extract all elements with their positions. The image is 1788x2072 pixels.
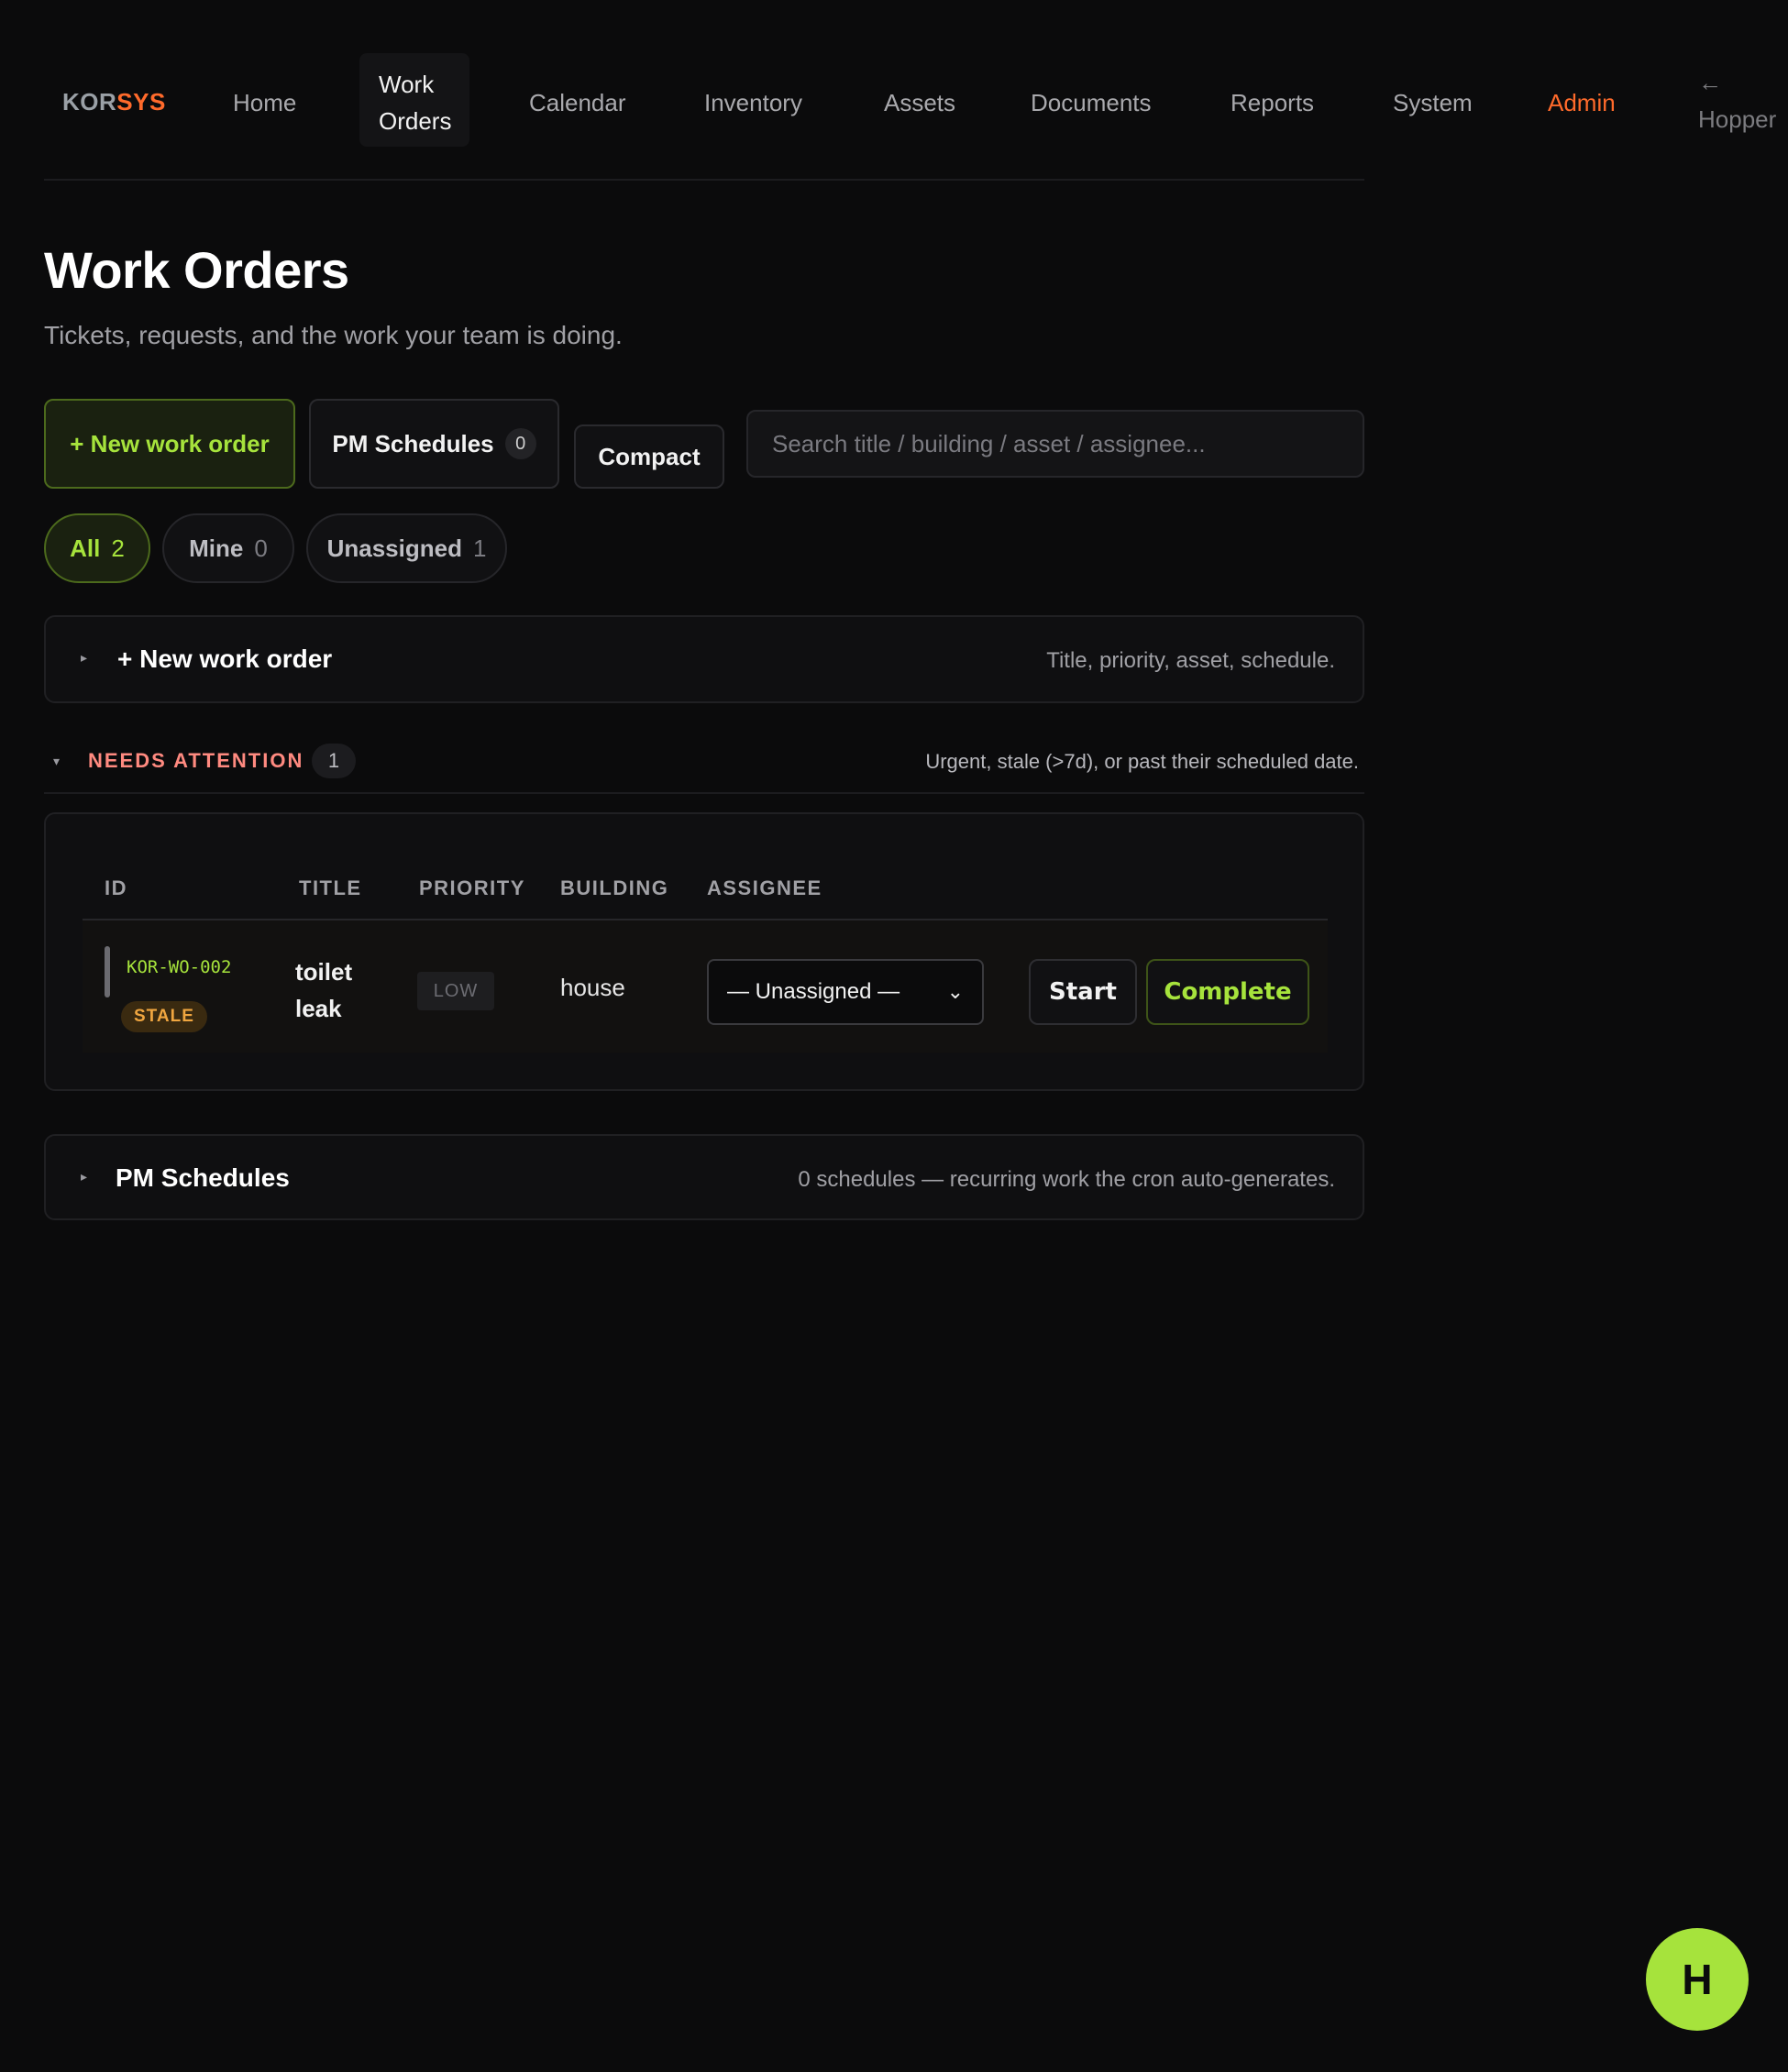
new-work-order-panel-title[interactable]: + New work order [117, 645, 332, 674]
nav-documents[interactable]: Documents [1031, 84, 1152, 121]
needs-attention-title: NEEDS ATTENTION [88, 749, 304, 772]
work-order-title[interactable]: toilet leak [295, 953, 378, 1027]
new-work-order-button[interactable]: + New work order [44, 399, 295, 489]
work-order-id[interactable]: KOR-WO-002 [127, 957, 231, 977]
pm-schedules-panel-hint: 0 schedules — recurring work the cron au… [798, 1167, 1335, 1192]
search-input[interactable] [746, 410, 1364, 478]
filter-unassigned[interactable]: Unassigned 1 [306, 513, 507, 583]
nav-divider [44, 179, 1364, 181]
filter-mine[interactable]: Mine 0 [162, 513, 294, 583]
logo[interactable]: KORSYS [62, 88, 166, 116]
assignee-select[interactable]: — Unassigned — ⌄ [707, 959, 984, 1025]
new-work-order-panel[interactable]: ▸ + New work order Title, priority, asse… [44, 615, 1364, 703]
page-subtitle: Tickets, requests, and the work your tea… [44, 321, 623, 349]
needs-attention-hint: Urgent, stale (>7d), or past their sched… [925, 750, 1359, 773]
filter-label: Unassigned [326, 534, 462, 562]
chevron-down-icon: ⌄ [946, 980, 964, 1003]
complete-button[interactable]: Complete [1146, 959, 1309, 1025]
nav-assets[interactable]: Assets [884, 84, 955, 121]
column-header-assignee[interactable]: ASSIGNEE [707, 876, 822, 900]
priority-badge: LOW [417, 972, 494, 1010]
pm-schedules-count: 0 [504, 428, 536, 459]
filter-all[interactable]: All 2 [44, 513, 150, 583]
needs-attention-table: ID TITLE PRIORITY BUILDING ASSIGNEE KOR-… [44, 812, 1364, 1091]
needs-attention-count: 1 [312, 744, 356, 778]
collapse-caret-icon[interactable]: ▾ [53, 754, 60, 769]
filter-count: 0 [254, 534, 268, 562]
nav-reports[interactable]: Reports [1231, 84, 1314, 121]
nav-back-hopper[interactable]: ← Hopper [1698, 64, 1781, 138]
pm-schedules-panel-title[interactable]: PM Schedules [116, 1163, 290, 1193]
needs-attention-header[interactable]: ▾ NEEDS ATTENTION 1 Urgent, stale (>7d),… [44, 735, 1364, 794]
top-nav: KORSYS Home Work Orders Calendar Invento… [44, 50, 1788, 150]
column-header-building[interactable]: BUILDING [560, 876, 668, 900]
expand-caret-icon[interactable]: ▸ [81, 650, 87, 666]
stale-badge: STALE [121, 1001, 207, 1032]
pm-schedules-label: PM Schedules [332, 429, 494, 457]
expand-caret-icon[interactable]: ▸ [81, 1169, 87, 1185]
filter-label: Mine [189, 534, 244, 562]
start-button[interactable]: Start [1029, 959, 1137, 1025]
nav-work-orders[interactable]: Work Orders [359, 53, 469, 147]
filter-count: 2 [111, 534, 125, 562]
assignee-selected-value: — Unassigned — [727, 979, 900, 1004]
nav-admin[interactable]: Admin [1548, 84, 1616, 121]
pm-schedules-button[interactable]: PM Schedules 0 [309, 399, 559, 489]
row-status-bar [105, 946, 110, 997]
compact-toggle-button[interactable]: Compact [574, 424, 724, 489]
column-header-priority[interactable]: PRIORITY [419, 876, 525, 900]
column-header-id[interactable]: ID [105, 876, 127, 900]
pm-schedules-panel[interactable]: ▸ PM Schedules 0 schedules — recurring w… [44, 1134, 1364, 1220]
logo-text-sys: SYS [116, 88, 166, 116]
filter-count: 1 [472, 534, 487, 562]
table-row[interactable]: KOR-WO-002 STALE toilet leak LOW house —… [83, 920, 1328, 1053]
nav-calendar[interactable]: Calendar [529, 84, 626, 121]
filter-label: All [70, 534, 101, 562]
nav-system[interactable]: System [1393, 84, 1473, 121]
nav-home[interactable]: Home [233, 84, 296, 121]
building-cell: house [560, 974, 625, 1001]
page-title: Work Orders [44, 241, 349, 299]
logo-text-kor: KOR [62, 88, 117, 116]
user-avatar[interactable]: H [1646, 1928, 1749, 2031]
nav-inventory[interactable]: Inventory [704, 84, 802, 121]
new-work-order-panel-hint: Title, priority, asset, schedule. [1046, 648, 1335, 673]
column-header-title[interactable]: TITLE [299, 876, 362, 900]
